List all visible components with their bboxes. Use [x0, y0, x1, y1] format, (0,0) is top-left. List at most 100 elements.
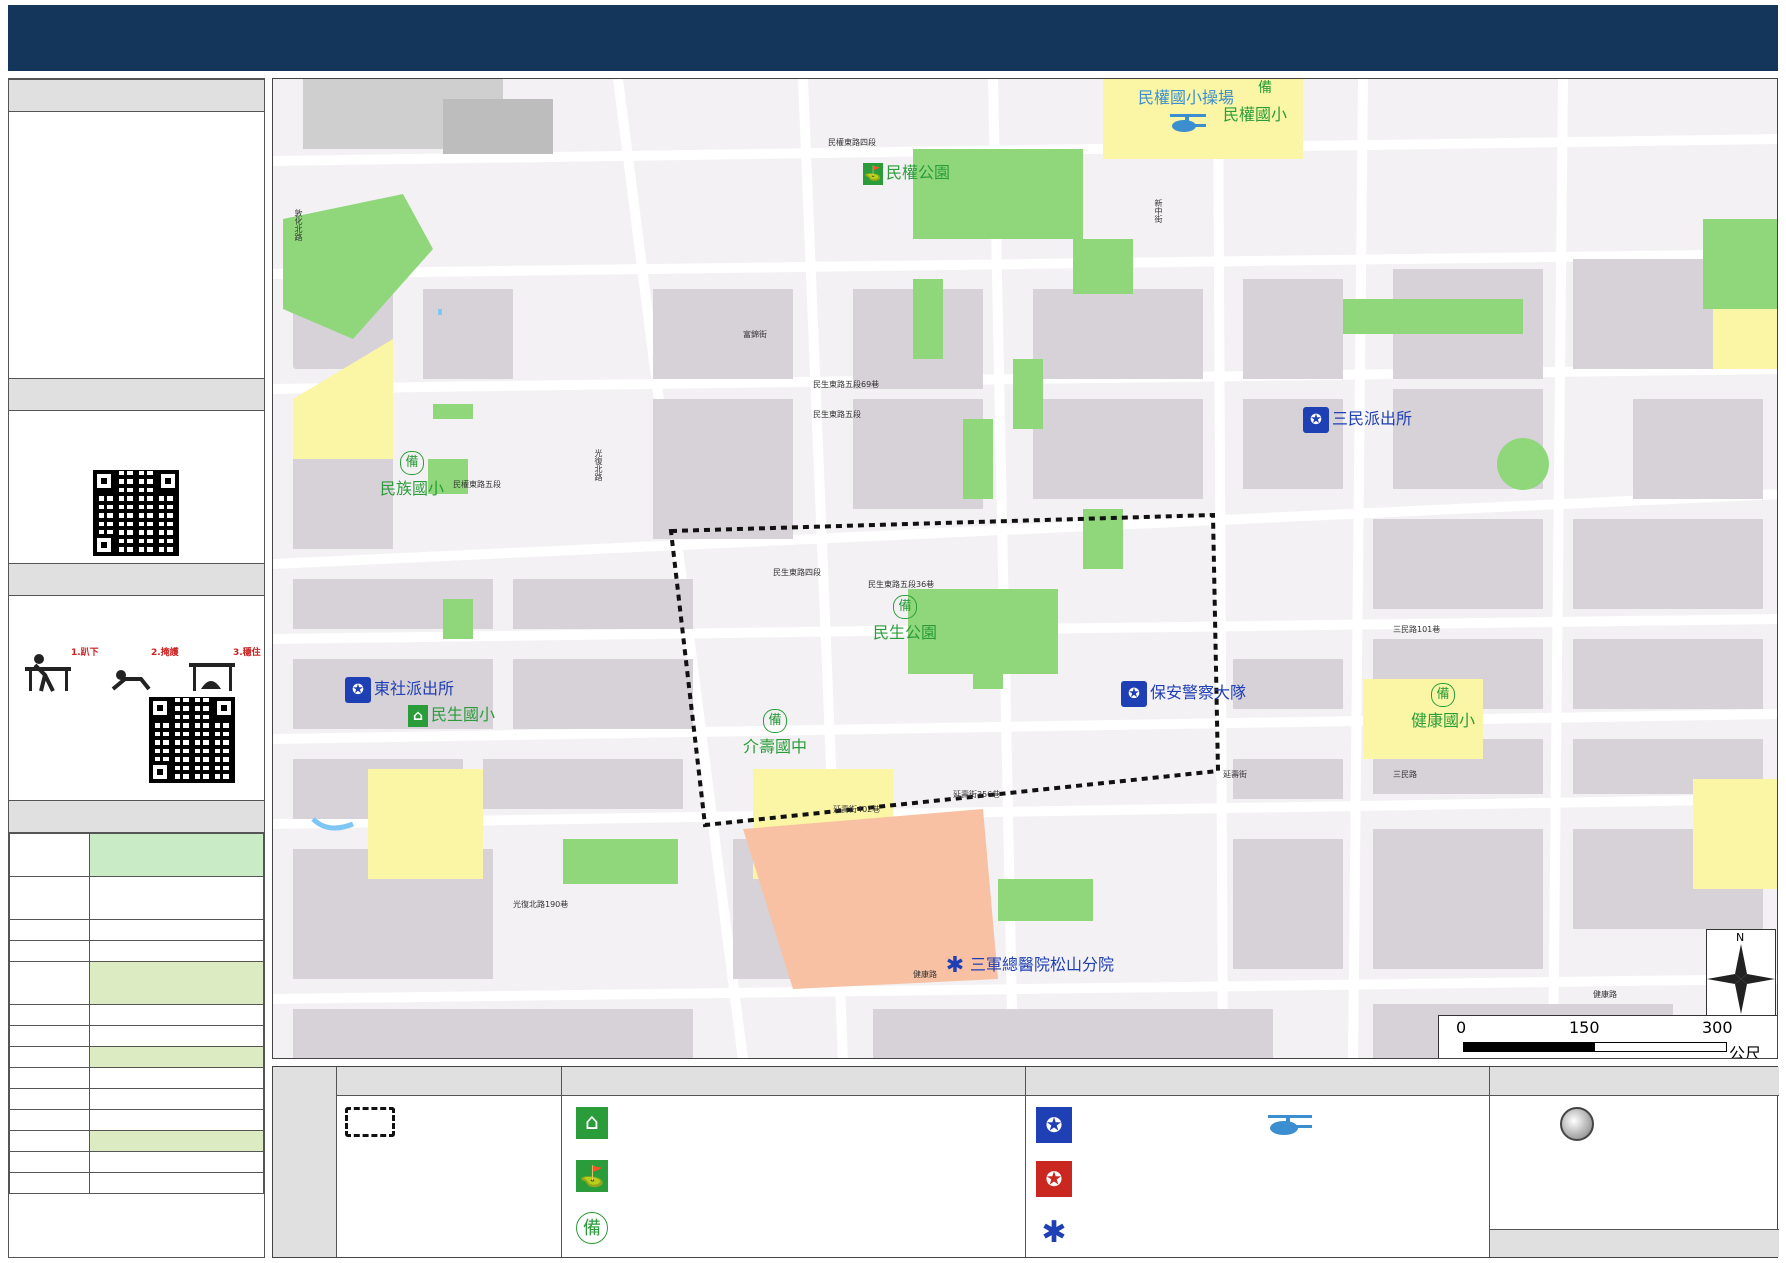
- road-label: 健康路: [1593, 990, 1617, 999]
- road-label: 民權東路四段: [828, 138, 876, 147]
- road-label: 民權東路五段: [453, 480, 501, 489]
- legend-col-boundary: [337, 1067, 562, 1257]
- section-header-qrcode: [9, 378, 264, 411]
- table-cell-name: [9, 1025, 90, 1047]
- poi-label: 民生國小: [431, 705, 496, 724]
- legend-col-header: [562, 1067, 1025, 1096]
- table-row: [9, 1130, 264, 1152]
- poi-label: 民權國小操場: [1138, 88, 1235, 107]
- section-header-description: [9, 79, 264, 112]
- table-cell-name: [9, 1109, 90, 1131]
- police-icon: ✪: [345, 676, 371, 703]
- north-arrow: N: [1706, 929, 1776, 1016]
- table-cell-value: [89, 1004, 264, 1026]
- poi-tri-service-hospital[interactable]: ✱ 三軍總醫院松山分院: [943, 951, 1114, 978]
- legend-col-header: [1490, 1067, 1779, 1096]
- table-row: [9, 919, 264, 941]
- poi-label: 東社派出所: [374, 679, 455, 698]
- table-cell-name: [9, 1067, 90, 1089]
- medical-star-icon: ✱: [945, 952, 965, 978]
- road-label: 延壽街356巷: [953, 790, 1001, 799]
- poi-label: 民族國小: [380, 479, 445, 498]
- qr-code-drill[interactable]: [149, 697, 235, 783]
- table-row: [9, 1151, 264, 1173]
- map-canvas[interactable]: 民權東路四段 民生東路四段 民生東路五段 民生東路五段69巷 延壽街 三民路 健…: [272, 78, 1778, 1059]
- helicopter-icon: [1268, 1115, 1312, 1135]
- drill-figures-icon: [25, 654, 235, 692]
- table-row: [9, 1088, 264, 1110]
- road-label: 民生東路五段: [813, 410, 861, 419]
- legend-col-services: ✪ ✪ ✱: [1026, 1067, 1490, 1257]
- poi-label: 民權國小: [1223, 105, 1288, 124]
- poi-minquan-school[interactable]: 民權國小: [1223, 101, 1287, 125]
- table-cell-value: [89, 919, 264, 941]
- legend-panel: ⌂ ⛳ 備 ✪ ✪ ✱: [272, 1066, 1779, 1258]
- left-info-panel: 1.趴下 2.掩護 3.穩住: [8, 78, 265, 1258]
- table-row: [9, 833, 264, 877]
- page-title: [8, 25, 28, 50]
- boundary-symbol: [345, 1107, 395, 1137]
- table-cell-value: [89, 940, 264, 962]
- poi-label: 介壽國中: [743, 737, 808, 756]
- table-cell-name: [9, 961, 90, 1005]
- title-bar: [8, 5, 1778, 71]
- poi-label: 三民派出所: [1332, 409, 1413, 428]
- scale-tick-150: 150: [1569, 1018, 1600, 1037]
- fire-station-icon: ✪: [1036, 1161, 1072, 1197]
- poi-minquan-park[interactable]: ⛳ 民權公園: [863, 159, 950, 185]
- poi-minzu-school[interactable]: 備 民族國小: [380, 451, 444, 499]
- road-label: 健康路: [913, 970, 937, 979]
- legend-title-col: [273, 1067, 337, 1257]
- map-base-layer: [273, 79, 1777, 1058]
- poi-minsheng-park[interactable]: 備 民生公園: [873, 595, 937, 643]
- medical-star-icon: ✱: [1041, 1215, 1067, 1250]
- poi-jiankang-school[interactable]: 備 健康國小: [1411, 683, 1475, 731]
- shelter-table: [9, 833, 264, 1194]
- poi-dongshe-police[interactable]: ✪ 東社派出所: [345, 675, 454, 703]
- backup-shelter-icon: 備: [576, 1212, 608, 1244]
- table-row: [9, 1172, 264, 1194]
- qr-code[interactable]: [93, 470, 179, 556]
- police-icon: ✪: [1303, 406, 1329, 433]
- drill-step-3: 3.穩住: [233, 648, 261, 658]
- road-label: 光復北路: [594, 449, 603, 481]
- drill-step-1: 1.趴下: [71, 648, 99, 658]
- table-cell-value: [89, 1067, 264, 1089]
- table-cell-value: [89, 1151, 264, 1173]
- road-label: 民生東路五段36巷: [868, 580, 935, 589]
- scale-unit: 公尺: [1729, 1044, 1762, 1059]
- poi-minquan-school-field[interactable]: 民權國小操場: [1138, 84, 1234, 136]
- legend-footer: [1490, 1229, 1779, 1257]
- table-cell-name: [9, 940, 90, 962]
- poi-baoan-police[interactable]: ✪ 保安警察大隊: [1121, 679, 1246, 707]
- backup-shelter-marker: 備: [1258, 79, 1272, 97]
- north-label: N: [1736, 931, 1745, 944]
- poi-sanmin-police[interactable]: ✪ 三民派出所: [1303, 405, 1412, 433]
- shelter-door-icon: ⌂: [576, 1107, 608, 1139]
- backup-glyph: 備: [400, 451, 424, 475]
- table-row: [9, 1004, 264, 1026]
- poi-label: 保安警察大隊: [1150, 683, 1247, 702]
- legend-col-shelters: ⌂ ⛳ 備: [562, 1067, 1026, 1257]
- table-cell-value: [89, 1130, 264, 1152]
- poi-label: 民生公園: [873, 623, 938, 642]
- backup-glyph: 備: [1431, 683, 1455, 707]
- shelter-door-icon: ⌂: [408, 704, 428, 727]
- section-header-shelters: [9, 800, 264, 833]
- road-label: 延壽街402巷: [833, 805, 881, 814]
- table-row: [9, 940, 264, 962]
- table-cell-name: [9, 1004, 90, 1026]
- table-row: [9, 1067, 264, 1089]
- park-evac-icon: ⛳: [576, 1160, 608, 1192]
- poi-label: 健康國小: [1411, 711, 1476, 730]
- table-row: [9, 1025, 264, 1047]
- poi-label: 三軍總醫院松山分院: [970, 955, 1115, 974]
- backup-glyph: 備: [763, 709, 787, 733]
- table-cell-name: [9, 1046, 90, 1068]
- table-cell-name: [9, 876, 90, 920]
- road-label: 新中街: [1154, 199, 1163, 223]
- road-label: 光復北路190巷: [513, 900, 569, 909]
- poi-jieshou-middle[interactable]: 備 介壽國中: [743, 709, 807, 757]
- poi-minsheng-school[interactable]: ⌂ 民生國小: [408, 701, 495, 727]
- compass-icon: [1707, 944, 1775, 1014]
